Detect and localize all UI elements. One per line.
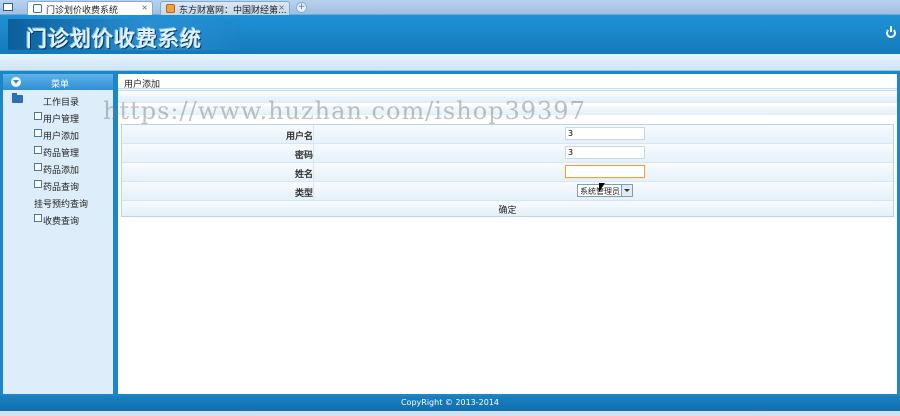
app-logo-text: 门诊划价收费系统 bbox=[26, 27, 202, 51]
watermark-text: https://www.huzhan.com/ishop39397 bbox=[103, 97, 586, 125]
browser-tab-inactive[interactable]: 东方财富网：中国财经第... × bbox=[160, 1, 290, 15]
sidebar-item-label: 收费查询 bbox=[43, 217, 80, 227]
name-label: 姓名 bbox=[294, 170, 313, 180]
password-label: 密码 bbox=[294, 151, 313, 161]
sidebar-item-user-management[interactable]: 用户管理 bbox=[3, 108, 113, 125]
sidebar-item-label: 用户添加 bbox=[43, 132, 80, 142]
app-header: 门诊划价收费系统 bbox=[0, 15, 900, 54]
document-icon bbox=[34, 112, 42, 120]
sidebar-item-registration-query[interactable]: 挂号预约查询 bbox=[3, 193, 113, 210]
username-input[interactable] bbox=[565, 127, 645, 140]
tab-close-icon[interactable]: × bbox=[141, 3, 148, 12]
new-tab-icon[interactable]: + bbox=[296, 2, 307, 13]
name-input[interactable] bbox=[565, 165, 645, 178]
collapse-chevron-icon[interactable] bbox=[11, 77, 21, 87]
tab-close-icon[interactable]: × bbox=[278, 3, 285, 12]
type-label: 类型 bbox=[294, 189, 313, 199]
site-favicon-icon bbox=[166, 4, 175, 13]
username-label: 用户名 bbox=[285, 132, 313, 142]
type-select[interactable]: 系统管理员 bbox=[577, 184, 633, 197]
chevron-down-icon[interactable] bbox=[621, 185, 632, 196]
browser-status-bar bbox=[0, 411, 900, 416]
form-row-type: 类型 系统管理员 bbox=[122, 182, 893, 201]
divider bbox=[118, 88, 897, 91]
sidebar-menu-title: 菜单 bbox=[51, 80, 70, 90]
sidebar-item-label: 药品管理 bbox=[43, 149, 80, 159]
page-favicon-icon bbox=[33, 4, 42, 13]
document-icon bbox=[34, 146, 42, 154]
sidebar-menu-header[interactable]: 菜单 bbox=[3, 74, 113, 90]
sidebar-item-label: 药品添加 bbox=[43, 166, 80, 176]
document-icon bbox=[34, 180, 42, 188]
document-icon bbox=[34, 214, 42, 222]
document-icon bbox=[34, 129, 42, 137]
window-menu-icon[interactable] bbox=[3, 3, 13, 11]
sidebar-item-drug-query[interactable]: 药品查询 bbox=[3, 176, 113, 193]
sidebar-item-drug-add[interactable]: 药品添加 bbox=[3, 159, 113, 176]
browser-tab-title: 门诊划价收费系统 bbox=[46, 6, 119, 15]
form-row-name: 姓名 bbox=[122, 163, 893, 182]
sidebar-item-user-add[interactable]: 用户添加 bbox=[3, 125, 113, 142]
sidebar-item-label: 药品查询 bbox=[43, 183, 80, 193]
copyright-text: CopyRight © 2013-2014 bbox=[400, 398, 500, 407]
footer: CopyRight © 2013-2014 bbox=[0, 396, 900, 411]
browser-tab-title: 东方财富网：中国财经第... bbox=[179, 6, 287, 15]
sidebar-item-label: 用户管理 bbox=[43, 115, 80, 125]
folder-icon bbox=[12, 93, 23, 103]
app-logo: 门诊划价收费系统 bbox=[8, 19, 240, 51]
form-row-username: 用户名 bbox=[122, 125, 893, 144]
password-input[interactable] bbox=[565, 146, 645, 159]
form-submit-row: 确定 bbox=[122, 201, 893, 216]
header-subbar bbox=[0, 54, 900, 71]
sidebar-item-label: 挂号预约查询 bbox=[34, 200, 89, 210]
submit-button[interactable]: 确定 bbox=[498, 203, 516, 216]
sidebar: 菜单 工作目录 用户管理 用户添加 药品管理 药品添加 药品查询 挂号预约查询 bbox=[3, 74, 113, 394]
logout-power-icon[interactable] bbox=[886, 26, 896, 38]
browser-tab-bar: 门诊划价收费系统 × 东方财富网：中国财经第... × + bbox=[0, 0, 900, 15]
sidebar-item-drug-management[interactable]: 药品管理 bbox=[3, 142, 113, 159]
sidebar-root-label: 工作目录 bbox=[43, 98, 80, 108]
mouse-cursor-icon bbox=[599, 183, 605, 192]
sidebar-tree-root[interactable]: 工作目录 bbox=[3, 92, 113, 108]
form-row-password: 密码 bbox=[122, 144, 893, 163]
user-add-form: 用户名 密码 姓名 类型 系统管理员 确定 bbox=[121, 124, 894, 217]
breadcrumb: 用户添加 bbox=[124, 80, 161, 90]
document-icon bbox=[34, 163, 42, 171]
sidebar-item-fee-query[interactable]: 收费查询 bbox=[3, 210, 113, 227]
browser-tab-active[interactable]: 门诊划价收费系统 × bbox=[27, 1, 153, 15]
